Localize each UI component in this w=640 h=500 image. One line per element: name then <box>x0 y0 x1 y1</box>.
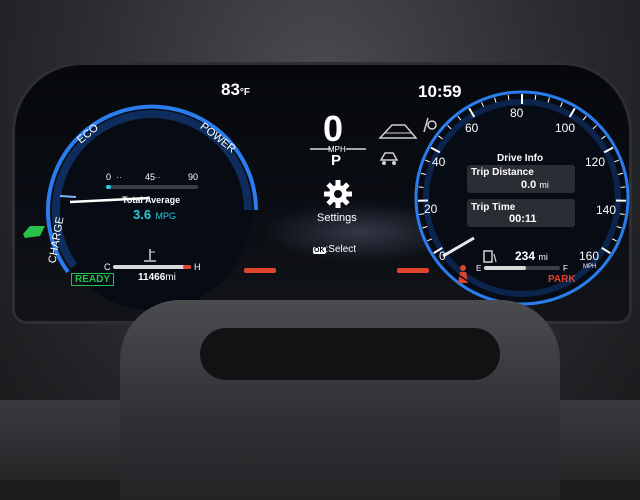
mpg-scale-dots: ·· ·· <box>116 172 161 182</box>
select-hint: OK:Select <box>313 244 356 255</box>
trip-distance-unit: mi <box>539 180 549 190</box>
total-average-label: Total Average <box>122 195 180 205</box>
speedo-unit: MPH <box>583 264 596 270</box>
speedo-tick-160: 160 <box>579 249 599 263</box>
speedo-tick-60: 60 <box>465 121 478 135</box>
mpg-scale-min: 0 <box>106 172 111 182</box>
left-warning-mark <box>244 268 276 273</box>
speedo-tick-40: 40 <box>432 155 445 169</box>
trip-time-label: Trip Time <box>471 202 515 213</box>
trip-distance-readout: 0.0 mi <box>521 179 549 191</box>
lane-departure-icon <box>380 125 416 138</box>
temp-hot-label: H <box>194 262 201 272</box>
fuel-empty-label: E <box>476 264 481 273</box>
speedo-tick-80: 80 <box>510 106 523 120</box>
speedo-tick-0: 0 <box>439 249 446 263</box>
fuel-full-label: F <box>563 264 568 273</box>
fuel-range-unit: mi <box>538 252 548 262</box>
odometer-value: 11466 <box>138 272 165 283</box>
park-indicator: PARK <box>548 274 576 285</box>
trip-time-value: 00:11 <box>509 213 537 225</box>
coolant-temperature-icon <box>144 249 156 261</box>
right-warning-mark <box>397 268 429 273</box>
seatbelt-warning-icon <box>457 265 469 283</box>
odometer: 11466mi <box>138 272 176 283</box>
temp-gauge-bar <box>113 265 191 269</box>
fuel-range: 234 mi <box>515 249 548 263</box>
fuel-gauge-fill <box>484 266 526 270</box>
gear-icon <box>324 180 352 208</box>
fuel-pump-icon <box>484 251 496 262</box>
settings-menu-label[interactable]: Settings <box>317 212 357 224</box>
total-average-value: 3.6 <box>133 207 151 222</box>
ev-mode-icon <box>23 226 45 238</box>
steering-column-cover <box>200 328 500 380</box>
speedo-tick-140: 140 <box>596 203 616 217</box>
speedo-tick-100: 100 <box>555 121 575 135</box>
mpg-scale-max: 90 <box>188 172 198 182</box>
ready-indicator: READY <box>71 273 114 286</box>
total-average-unit: MPG <box>156 211 177 221</box>
speedo-tick-120: 120 <box>585 155 605 169</box>
mpg-bar-fill <box>106 185 111 189</box>
trip-distance-value: 0.0 <box>521 179 536 191</box>
lane-trace-icon <box>424 118 436 132</box>
select-hint-text: :Select <box>326 244 357 255</box>
drive-info-title: Drive Info <box>497 153 543 164</box>
fuel-range-value: 234 <box>515 249 535 263</box>
mpg-bar-track <box>106 185 198 189</box>
total-average-readout: 3.6 MPG <box>133 206 176 224</box>
trip-distance-label: Trip Distance <box>471 167 534 178</box>
pre-collision-icon <box>381 153 397 165</box>
speedo-tick-20: 20 <box>424 202 437 216</box>
temp-cold-label: C <box>104 262 111 272</box>
odometer-unit: mi <box>165 272 176 283</box>
temp-gauge-hot-zone <box>183 265 191 269</box>
ok-button-label: OK <box>313 247 326 254</box>
